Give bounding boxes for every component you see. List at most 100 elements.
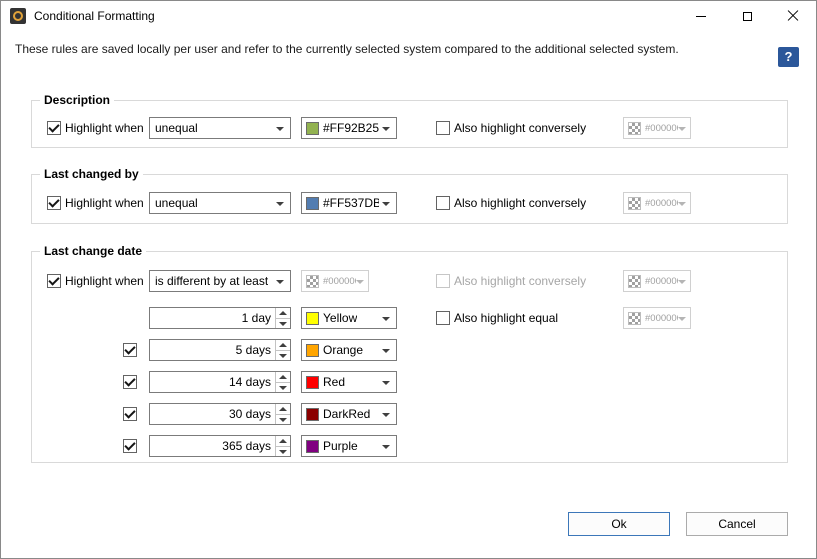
last-change-date-conversely-checkbox bbox=[436, 274, 450, 288]
threshold-3-spinner[interactable]: 30 days bbox=[149, 403, 291, 425]
color-swatch bbox=[306, 408, 319, 421]
threshold-1-checkbox[interactable] bbox=[123, 343, 137, 357]
color-swatch bbox=[306, 122, 319, 135]
last-change-date-conversely-label: Also highlight conversely bbox=[454, 273, 586, 289]
last-changed-by-color-value: #FF537DB1 bbox=[323, 196, 379, 210]
threshold-0-spinner[interactable]: 1 day bbox=[149, 307, 291, 329]
last-change-date-conversely-color-select: #00000000 bbox=[623, 270, 691, 292]
chevron-down-icon bbox=[382, 413, 390, 417]
threshold-1-spinner[interactable]: 5 days bbox=[149, 339, 291, 361]
threshold-1-spin-buttons[interactable] bbox=[275, 340, 290, 360]
transparent-color-swatch bbox=[628, 122, 641, 135]
threshold-4-color-select[interactable]: Purple bbox=[301, 435, 397, 457]
spin-up-icon[interactable] bbox=[276, 436, 290, 446]
threshold-3-color-select[interactable]: DarkRed bbox=[301, 403, 397, 425]
chevron-down-icon bbox=[382, 317, 390, 321]
threshold-1-color-select[interactable]: Orange bbox=[301, 339, 397, 361]
last-changed-by-operator-value: unequal bbox=[155, 196, 198, 210]
chevron-down-icon bbox=[276, 280, 284, 284]
threshold-3-value[interactable]: 30 days bbox=[150, 404, 275, 424]
titlebar: Conditional Formatting bbox=[1, 1, 816, 31]
cancel-button[interactable]: Cancel bbox=[686, 512, 788, 536]
threshold-2-color-select[interactable]: Red bbox=[301, 371, 397, 393]
threshold-1-value[interactable]: 5 days bbox=[150, 340, 275, 360]
description-operator-select[interactable]: unequal bbox=[149, 117, 291, 139]
spin-up-icon[interactable] bbox=[276, 404, 290, 414]
chevron-down-icon bbox=[678, 127, 686, 131]
spin-up-icon[interactable] bbox=[276, 340, 290, 350]
spin-down-icon[interactable] bbox=[276, 446, 290, 457]
last-changed-by-operator-select[interactable]: unequal bbox=[149, 192, 291, 214]
chevron-down-icon bbox=[276, 202, 284, 206]
last-changed-by-highlight-checkbox[interactable] bbox=[47, 196, 61, 210]
transparent-color-swatch bbox=[306, 275, 319, 288]
chevron-down-icon bbox=[678, 280, 686, 284]
intro-text: These rules are saved locally per user a… bbox=[15, 42, 679, 56]
threshold-2-value[interactable]: 14 days bbox=[150, 372, 275, 392]
threshold-4-value[interactable]: 365 days bbox=[150, 436, 275, 456]
threshold-3-color-value: DarkRed bbox=[323, 407, 370, 421]
spin-down-icon[interactable] bbox=[276, 382, 290, 393]
last-changed-by-highlight-label: Highlight when bbox=[65, 195, 144, 211]
spin-down-icon[interactable] bbox=[276, 318, 290, 329]
threshold-2-spin-buttons[interactable] bbox=[275, 372, 290, 392]
threshold-4-spinner[interactable]: 365 days bbox=[149, 435, 291, 457]
last-change-date-conversely-color-value: #00000000 bbox=[645, 276, 678, 287]
chevron-down-icon bbox=[678, 202, 686, 206]
ok-button[interactable]: Ok bbox=[568, 512, 670, 536]
maximize-button[interactable] bbox=[724, 1, 770, 31]
spin-up-icon[interactable] bbox=[276, 308, 290, 318]
description-color-select[interactable]: #FF92B250 bbox=[301, 117, 397, 139]
chevron-down-icon bbox=[382, 381, 390, 385]
app-icon bbox=[10, 8, 26, 24]
last-change-date-equal-label: Also highlight equal bbox=[454, 310, 558, 326]
close-button[interactable] bbox=[770, 1, 816, 31]
last-changed-by-color-select[interactable]: #FF537DB1 bbox=[301, 192, 397, 214]
last-change-date-operator-color-select: #00000000 bbox=[301, 270, 369, 292]
help-button[interactable]: ? bbox=[778, 47, 799, 67]
threshold-0-color-value: Yellow bbox=[323, 311, 357, 325]
last-changed-by-conversely-label: Also highlight conversely bbox=[454, 195, 586, 211]
color-swatch bbox=[306, 197, 319, 210]
description-conversely-checkbox[interactable] bbox=[436, 121, 450, 135]
last-changed-by-group-title: Last changed by bbox=[40, 166, 143, 182]
last-change-date-highlight-label: Highlight when bbox=[65, 273, 144, 289]
threshold-0-color-select[interactable]: Yellow bbox=[301, 307, 397, 329]
color-swatch bbox=[306, 344, 319, 357]
threshold-3-spin-buttons[interactable] bbox=[275, 404, 290, 424]
window-title: Conditional Formatting bbox=[34, 9, 155, 23]
transparent-color-swatch bbox=[628, 312, 641, 325]
chevron-down-icon bbox=[382, 349, 390, 353]
last-change-date-operator-select[interactable]: is different by at least bbox=[149, 270, 291, 292]
last-change-date-group-title: Last change date bbox=[40, 243, 146, 259]
close-icon bbox=[787, 10, 799, 22]
description-conversely-color-select: #00000000 bbox=[623, 117, 691, 139]
last-changed-by-conversely-checkbox[interactable] bbox=[436, 196, 450, 210]
chevron-down-icon bbox=[276, 127, 284, 131]
spin-down-icon[interactable] bbox=[276, 414, 290, 425]
threshold-2-checkbox[interactable] bbox=[123, 375, 137, 389]
chevron-down-icon bbox=[382, 445, 390, 449]
spin-up-icon[interactable] bbox=[276, 372, 290, 382]
spin-down-icon[interactable] bbox=[276, 350, 290, 361]
description-color-value: #FF92B250 bbox=[323, 121, 379, 135]
minimize-button[interactable] bbox=[678, 1, 724, 31]
last-change-date-highlight-checkbox[interactable] bbox=[47, 274, 61, 288]
window-controls bbox=[678, 1, 816, 31]
color-swatch bbox=[306, 440, 319, 453]
threshold-0-value[interactable]: 1 day bbox=[150, 308, 275, 328]
threshold-2-spinner[interactable]: 14 days bbox=[149, 371, 291, 393]
threshold-1-color-value: Orange bbox=[323, 343, 363, 357]
transparent-color-swatch bbox=[628, 197, 641, 210]
threshold-3-checkbox[interactable] bbox=[123, 407, 137, 421]
last-change-date-operator-value: is different by at least bbox=[155, 274, 268, 288]
threshold-4-checkbox[interactable] bbox=[123, 439, 137, 453]
last-change-date-equal-color-value: #00000000 bbox=[645, 313, 678, 324]
threshold-4-spin-buttons[interactable] bbox=[275, 436, 290, 456]
threshold-0-spin-buttons[interactable] bbox=[275, 308, 290, 328]
threshold-4-color-value: Purple bbox=[323, 439, 358, 453]
description-highlight-checkbox[interactable] bbox=[47, 121, 61, 135]
description-operator-value: unequal bbox=[155, 121, 198, 135]
last-change-date-equal-checkbox[interactable] bbox=[436, 311, 450, 325]
maximize-icon bbox=[743, 12, 752, 21]
